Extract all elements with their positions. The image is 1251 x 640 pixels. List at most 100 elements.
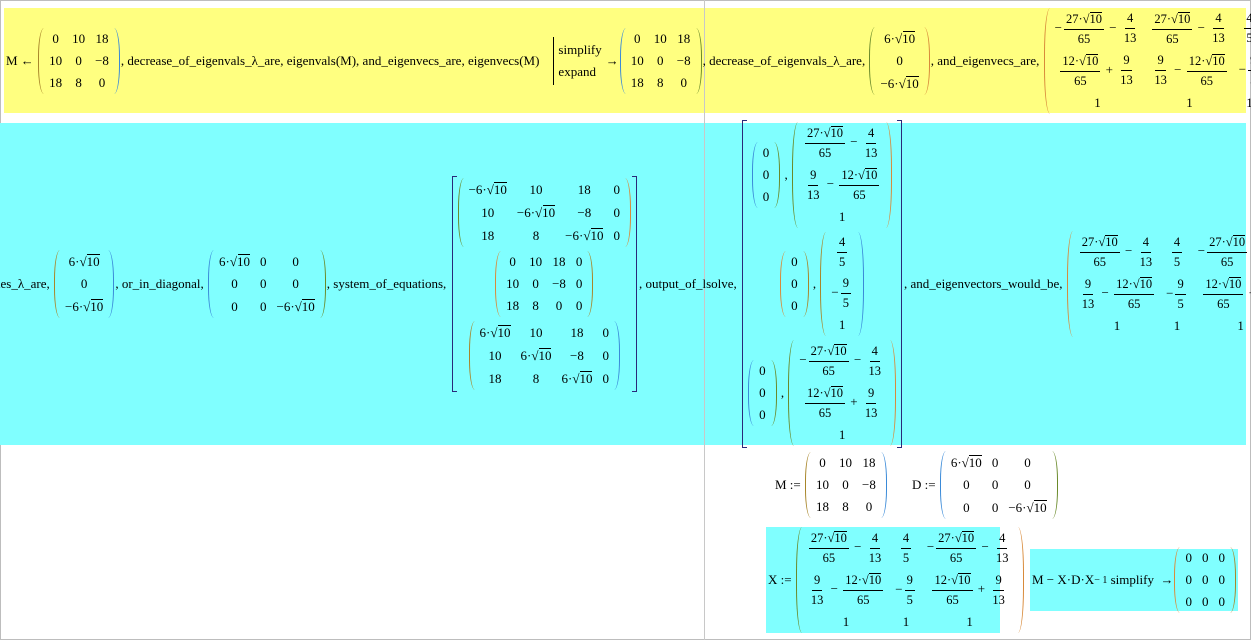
math-text: 0 — [1218, 572, 1225, 587]
fraction: 27·√10 65 — [1207, 234, 1248, 270]
matrix[interactable]: 0 10 18 10 0 −8 18 8 0 — [38, 27, 120, 94]
matrix-cell: 18 — [626, 72, 649, 94]
math-text: 0 — [991, 454, 999, 470]
matrix[interactable]: 0 0 0 — [780, 251, 809, 317]
math-text: 0 — [680, 74, 687, 90]
matrix-row: 10 0 −8 — [811, 474, 881, 496]
fraction: 27·√10 65 — [804, 125, 846, 161]
matrix[interactable]: −27·√10 65 − 4 13 12·√10 65 + 9 13 1 — [788, 340, 897, 446]
matrix[interactable]: −27·√10 65 − 4 13 27·√10 65 − 4 13 4 5 12·√10 65 … — [1043, 7, 1251, 114]
right-paren — [803, 251, 809, 317]
math-text: 8 — [842, 499, 849, 514]
definition-d[interactable]: D := 6·√10 0 0 0 0 0 0 0 −6·√10 — [912, 450, 1059, 520]
numerator: 9 — [1175, 277, 1186, 295]
numerator: 9 — [904, 573, 915, 591]
matrix-cell: 0 — [1213, 591, 1230, 613]
matrix-row: −9 5 — [826, 273, 858, 314]
math-text: 10 — [529, 181, 543, 197]
keyword-simplify[interactable]: simplify — [558, 39, 601, 61]
matrix[interactable]: 000000000 — [1174, 547, 1236, 613]
matrix-cell: 0 — [1213, 547, 1230, 569]
matrix[interactable]: 6·√10 10 18 0 10 6·√10 −8 0 18 8 6·√10 0 — [468, 321, 620, 390]
exponent: − 1 — [1094, 574, 1108, 586]
math-text: , — [781, 167, 791, 182]
math-text: 0 — [260, 253, 267, 269]
matrix[interactable]: 27·√10 65 − 4 13 9 13 − 12·√10 65 1 — [791, 122, 893, 228]
matrix-body: 6·√10 0 −6·√10 — [875, 27, 923, 95]
fraction: 45 — [837, 235, 848, 270]
math-text: 13 — [992, 592, 1005, 607]
denominator: 13 — [1080, 297, 1097, 312]
matrix-cell: 0 — [1197, 591, 1214, 613]
matrix[interactable]: 0 10 18 10 0 −8 18 8 0 — [619, 27, 702, 94]
fraction: 95 — [840, 276, 851, 311]
math-text: 0 — [842, 477, 849, 492]
matrix[interactable]: 0 0 0 — [751, 142, 781, 208]
sqrt-expression: 27·√10 — [1081, 235, 1118, 249]
keyword-expand[interactable]: expand — [558, 61, 601, 83]
numerator: 4 — [1124, 11, 1136, 29]
nested-array[interactable]: 000 , 27·√10 65 − 4 13 9 13 − 12·√10 65 1 0 0 0 ,… — [742, 120, 903, 448]
matrix-cell: 0 — [547, 295, 571, 317]
expression-text: M − X·D·X — [1032, 572, 1094, 588]
numerator: 4 — [869, 530, 881, 549]
nested-array-body: −6·√10 10 18 0 10 −6·√10 −8 0 18 8 −6·√10 0 0 10 18 0 10… — [457, 176, 632, 392]
math-text: 13 — [810, 592, 824, 607]
math-text: 5 — [839, 255, 846, 269]
denominator: 5 — [905, 593, 915, 608]
numerator: 9 — [865, 386, 877, 404]
matrix-cell: −6·√10 — [272, 295, 320, 318]
definition-m[interactable]: M := 0 10 18 10 0 −8 18 8 0 — [775, 450, 888, 520]
math-text: 0 — [791, 276, 798, 291]
denominator: 13 — [867, 551, 884, 566]
math-text: 1 — [1237, 318, 1244, 333]
sqrt-expression: −6·√10 — [880, 75, 920, 91]
math-text: 0 — [613, 227, 620, 243]
matrix-cell: 6·√10 — [516, 344, 557, 367]
symbolic-keywords[interactable]: simplify expand — [553, 36, 605, 85]
matrix[interactable]: 6·√10 0 −6·√10 — [54, 250, 115, 318]
definition-x[interactable]: X := 27·√10 65 − 4 13 4 5−27·√10 65 − 4 13 9 13 … — [768, 527, 1025, 633]
sqrt-expression: 6·√10 — [561, 371, 593, 386]
matrix-cell: 0 — [90, 72, 114, 94]
expression-text: , and_eigenvectors_would_be, — [904, 276, 1066, 292]
matrix-cell: 9 13 − 12·√10 65 — [802, 569, 890, 611]
math-text: , system_of_equations, — [326, 276, 450, 291]
matrix-cell: 18 — [547, 251, 571, 273]
sqrt-expression: 12·√10 — [1062, 53, 1099, 68]
fraction: 27·√10 65 — [1152, 11, 1193, 47]
symbolic-eigen-expression[interactable]: M ← 0 10 18 10 0 −8 18 8 0, decrease_of_eigenval… — [6, 7, 1251, 114]
matrix-row: 6·√10 0 0 — [946, 451, 1052, 474]
matrix-cell: 0 — [1197, 547, 1214, 569]
fraction: 9 13 — [863, 386, 880, 421]
math-text: 5 — [902, 550, 910, 565]
matrix[interactable]: 6·√10 0 0 0 0 0 0 0 −6·√10 — [208, 250, 326, 318]
matrix-row: 1 1 1 — [1050, 92, 1251, 114]
matrix[interactable]: 27·√1065 − 41345−27·√1065 − 413913 − 12·… — [1066, 231, 1251, 337]
matrix[interactable]: −6·√10 10 18 0 10 −6·√10 −8 0 18 8 −6·√10 0 — [457, 178, 631, 247]
matrix-cell: 0 — [875, 50, 923, 72]
matrix-row: 27·√10 65 − 4 13 — [798, 122, 886, 164]
matrix[interactable]: 0 10 18 10 0 −8 18 8 0 — [805, 452, 887, 518]
verification-expression[interactable]: M − X·D·X − 1 simplify → 0 0 0 0 0 0 0 0 0 — [1032, 547, 1237, 613]
matrix[interactable]: 4 5−9 5 1 — [820, 232, 864, 336]
lsolve-expression[interactable]: ues_λ_are, 6·√100−6·√10, or_in_diagonal,… — [0, 120, 1251, 448]
numerator: 27·√10 — [808, 530, 849, 549]
math-text: 4 — [871, 530, 879, 545]
matrix-cell: 9 13 − 12·√10 65 — [798, 164, 886, 206]
matrix[interactable]: 6·√10 0 0 0 0 0 0 0 −6·√10 — [939, 451, 1058, 519]
math-text: 1 — [842, 614, 850, 629]
math-text: − — [850, 351, 865, 367]
math-text: 0 — [762, 167, 770, 182]
matrix-row: 0 0 0 — [946, 474, 1052, 496]
nested-array[interactable]: −6·√10 10 18 0 10 −6·√10 −8 0 18 8 −6·√10 0 0 10 18 0 10… — [451, 176, 637, 392]
matrix[interactable]: 27·√1065 − 41345−27·√1065 − 413913 − 12·… — [795, 527, 1024, 633]
matrix[interactable]: 0 10 18 0 10 0 −8 0 18 8 0 0 — [495, 251, 594, 317]
matrix-row: 10 0 −8 0 — [501, 273, 587, 295]
matrix[interactable]: 6·√10 0 −6·√10 — [869, 26, 930, 95]
expression-text: ues_λ_are, — [0, 276, 53, 292]
matrix-cell: 0 — [1213, 569, 1230, 591]
math-text: 9 — [1084, 276, 1092, 291]
denominator: 13 — [863, 146, 880, 161]
matrix[interactable]: 0 0 0 — [748, 360, 777, 426]
